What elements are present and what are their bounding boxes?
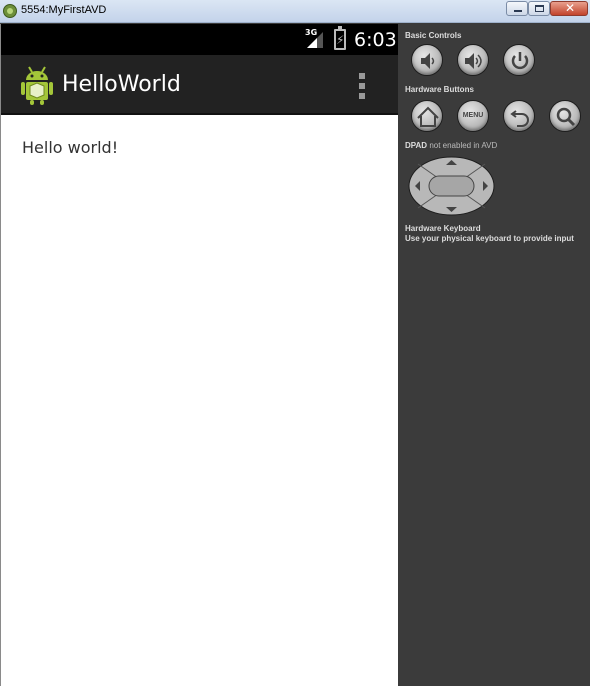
app-title: HelloWorld xyxy=(62,72,181,97)
maximize-button[interactable] xyxy=(528,1,550,16)
keyboard-hint: Use your physical keyboard to provide in… xyxy=(405,234,574,243)
emulator-control-panel: Basic Controls Hardware Buttons MENU DPA… xyxy=(398,24,590,686)
volume-down-icon xyxy=(421,53,435,69)
status-clock: 6:03 xyxy=(354,29,397,51)
basic-controls-label: Basic Controls xyxy=(405,31,462,40)
app-icon xyxy=(3,4,17,18)
home-button[interactable] xyxy=(411,100,443,132)
device-screen[interactable]: 3G ⚡ 6:03 HelloWorld Hello world! xyxy=(0,24,399,686)
back-button[interactable] xyxy=(503,100,535,132)
menu-label: MENU xyxy=(462,112,484,119)
network-type: 3G xyxy=(305,28,318,37)
status-bar: 3G ⚡ 6:03 xyxy=(1,24,399,55)
power-button[interactable] xyxy=(503,44,535,76)
hardware-buttons-label: Hardware Buttons xyxy=(405,85,474,94)
overflow-menu-icon[interactable] xyxy=(359,73,367,99)
back-icon xyxy=(510,110,529,127)
window-titlebar: 5554:MyFirstAVD ✕ xyxy=(0,0,590,23)
window-title: 5554:MyFirstAVD xyxy=(21,4,107,16)
hello-text: Hello world! xyxy=(22,138,119,157)
volume-down-button[interactable] xyxy=(411,44,443,76)
minimize-button[interactable] xyxy=(506,1,528,16)
dpad-status: not enabled in AVD xyxy=(429,141,498,150)
keyboard-title: Hardware Keyboard xyxy=(405,224,481,233)
search-button[interactable] xyxy=(549,100,581,132)
volume-up-button[interactable] xyxy=(457,44,489,76)
close-button[interactable]: ✕ xyxy=(550,1,588,16)
search-icon xyxy=(556,107,576,127)
battery-icon: ⚡ xyxy=(334,26,346,50)
volume-up-icon xyxy=(465,53,482,69)
menu-button[interactable]: MENU xyxy=(457,100,489,132)
action-bar: HelloWorld xyxy=(1,55,399,115)
android-logo xyxy=(21,66,53,105)
dpad[interactable] xyxy=(408,156,495,216)
home-icon xyxy=(417,106,439,127)
dpad-label: DPAD not enabled in AVD xyxy=(405,141,498,150)
signal-icon: 3G xyxy=(305,28,325,50)
power-icon xyxy=(511,52,529,70)
